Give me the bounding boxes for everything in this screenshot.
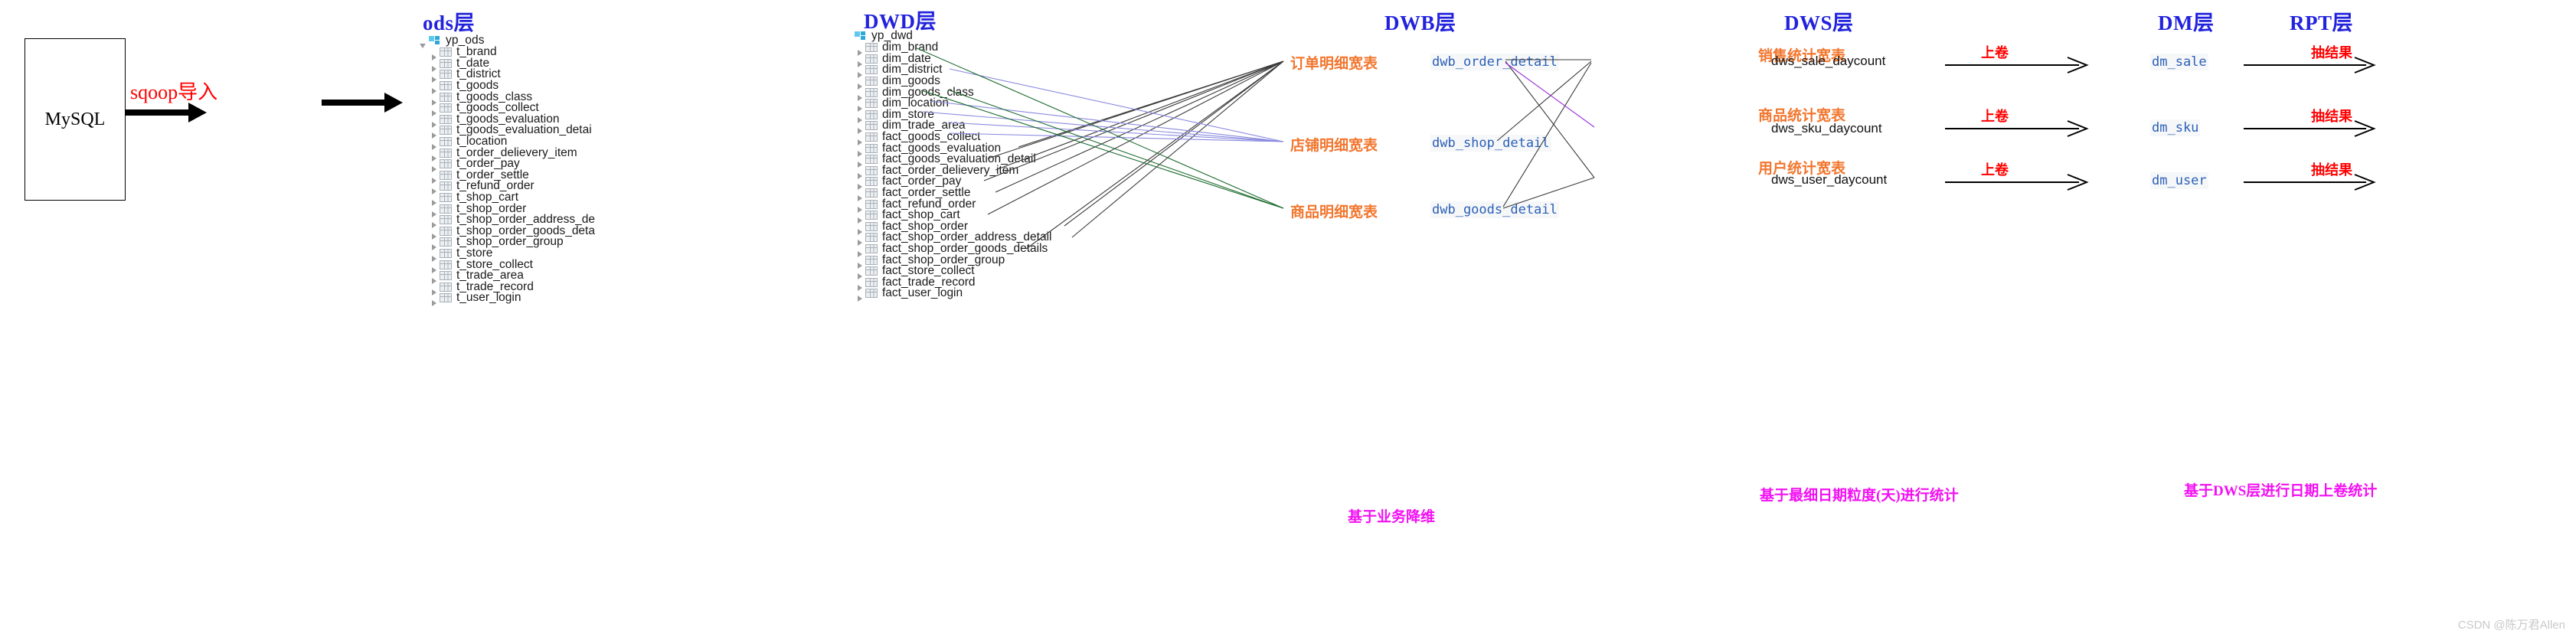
- note-dwb: 基于业务降维: [1348, 509, 1436, 525]
- dws-table-user: dws_user_daycount: [1771, 172, 1888, 187]
- csdn-watermark: CSDN @陈万君Allen: [2457, 619, 2565, 632]
- rollup-arrow-sku: [1945, 120, 2089, 137]
- dm-table-sku: dm_sku: [2150, 119, 2201, 136]
- note-dm: 基于DWS层进行日期上卷统计: [2184, 483, 2378, 499]
- extract-arrow-sku: [2244, 120, 2376, 137]
- rollup-arrow-user: [1945, 174, 2089, 191]
- dws-table-sale: dws_sale_daycount: [1771, 54, 1886, 68]
- dm-table-user: dm_user: [2150, 172, 2208, 189]
- rollup-arrow-sale: [1945, 57, 2089, 74]
- dm-table-sale: dm_sale: [2150, 54, 2208, 70]
- extract-arrow-user: [2244, 174, 2376, 191]
- dwb-to-dws-edges: [1496, 59, 1595, 209]
- note-dws: 基于最细日期粒度(天)进行统计: [1760, 488, 1959, 504]
- extract-arrow-sale: [2244, 57, 2376, 74]
- dws-table-sku: dws_sku_daycount: [1771, 121, 1882, 136]
